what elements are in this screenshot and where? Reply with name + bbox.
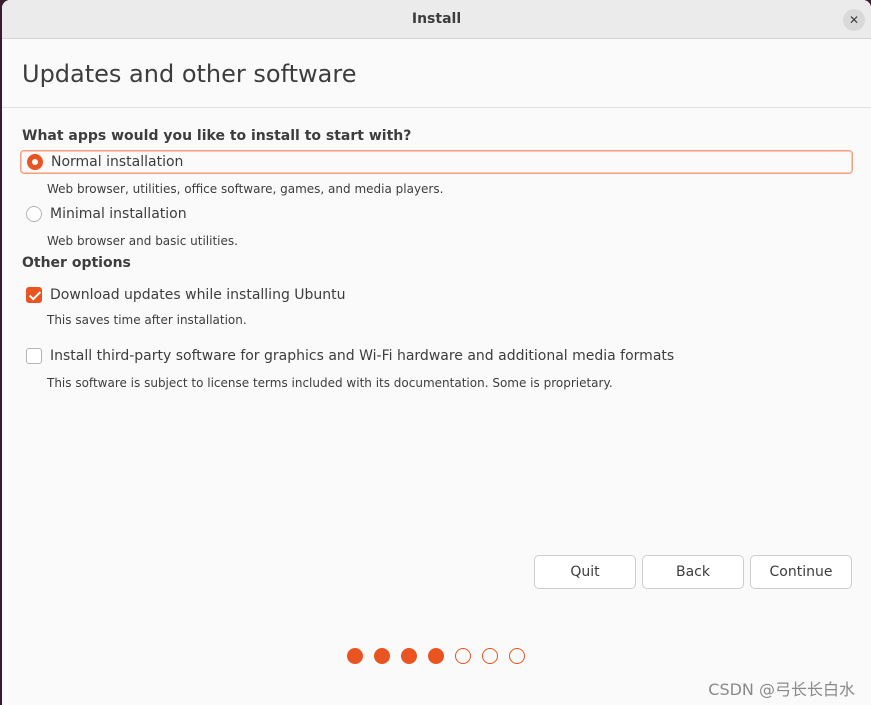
back-button[interactable]: Back [642, 555, 744, 589]
progress-dot-complete [428, 648, 444, 664]
close-icon: ✕ [848, 13, 860, 27]
progress-dot-pending [482, 648, 498, 664]
third-party-software-label: Install third-party software for graphic… [50, 348, 675, 364]
radio-unselected-icon [26, 206, 42, 222]
progress-dot-complete [347, 648, 363, 664]
progress-dot-pending [509, 648, 525, 664]
radio-selected-icon [27, 154, 43, 170]
minimal-installation-radio[interactable]: Minimal installation [20, 202, 187, 226]
progress-dot-complete [374, 648, 390, 664]
minimal-installation-description: Web browser and basic utilities. [47, 234, 238, 248]
watermark-text: CSDN @弓长长白水 [708, 680, 855, 699]
installer-window: Install ✕ Updates and other software Wha… [2, 0, 871, 705]
normal-installation-label: Normal installation [51, 154, 184, 170]
progress-dot-complete [401, 648, 417, 664]
third-party-software-checkbox[interactable]: Install third-party software for graphic… [20, 344, 674, 368]
page-header: Updates and other software [2, 39, 871, 108]
minimal-installation-label: Minimal installation [50, 206, 187, 222]
normal-installation-description: Web browser, utilities, office software,… [47, 182, 444, 196]
step-progress-indicator [347, 648, 525, 664]
normal-installation-radio[interactable]: Normal installation [20, 150, 853, 174]
close-button[interactable]: ✕ [843, 9, 865, 31]
apps-section-heading: What apps would you like to install to s… [22, 128, 412, 144]
continue-button[interactable]: Continue [750, 555, 852, 589]
download-updates-checkbox[interactable]: Download updates while installing Ubuntu [20, 283, 346, 307]
page-title: Updates and other software [22, 60, 357, 88]
other-options-heading: Other options [22, 255, 131, 271]
checkbox-checked-icon [26, 287, 42, 303]
quit-button[interactable]: Quit [534, 555, 636, 589]
download-updates-label: Download updates while installing Ubuntu [50, 287, 346, 303]
window-title: Install [411, 11, 462, 27]
checkbox-unchecked-icon [26, 348, 42, 364]
download-updates-description: This saves time after installation. [47, 313, 247, 327]
title-bar: Install ✕ [2, 0, 871, 39]
progress-dot-pending [455, 648, 471, 664]
third-party-software-description: This software is subject to license term… [47, 376, 613, 390]
